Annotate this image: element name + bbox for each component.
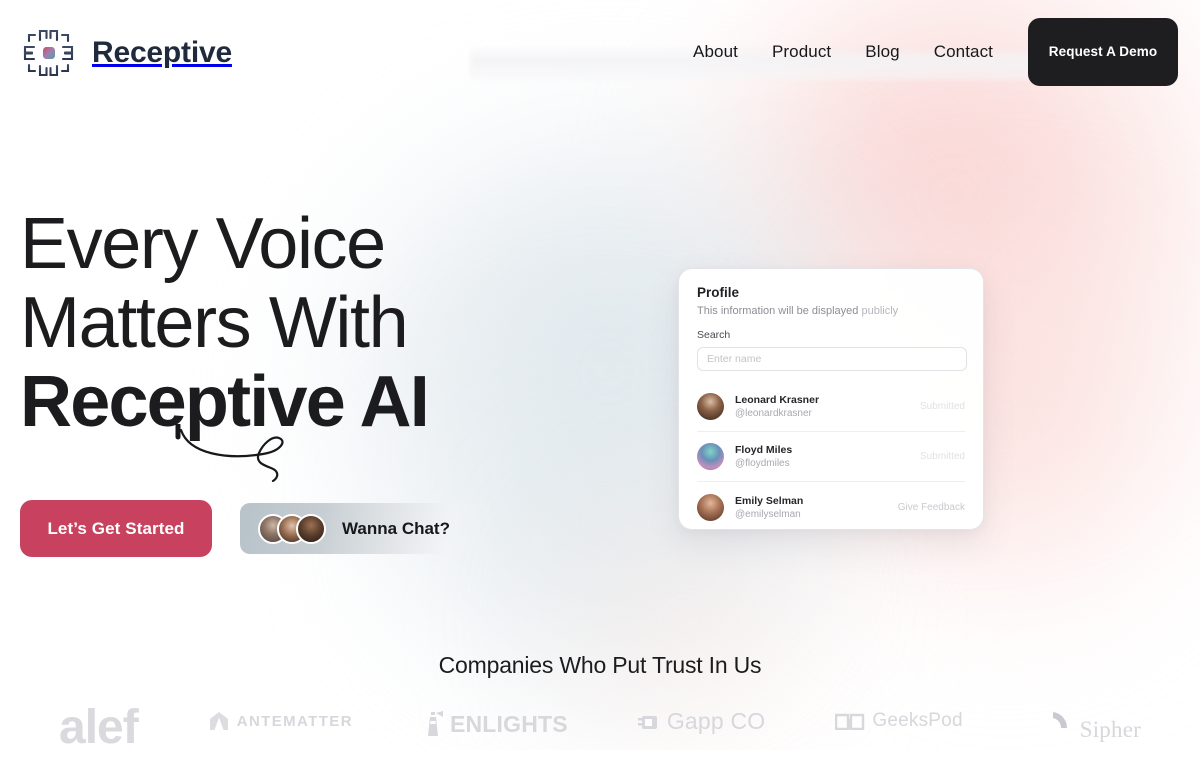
hero-heading: Every Voice Matters With Receptive AI: [20, 205, 640, 442]
person-handle: @leonardkrasner: [735, 408, 812, 419]
company-logo-gapp-co: Gapp CO: [637, 708, 766, 734]
gapp-square-icon: [637, 715, 657, 729]
circle-arc-icon: [1036, 712, 1067, 744]
company-logo-label: alef: [59, 701, 139, 754]
person-name: Floyd Miles: [735, 444, 793, 456]
companies-trust-section: Companies Who Put Trust In Us alef ANTEM…: [0, 652, 1200, 752]
company-logo-alef: alef: [59, 701, 139, 754]
row-action-label[interactable]: Submitted: [920, 451, 965, 462]
company-logo-geekspod: GeeksPod: [835, 709, 963, 731]
brand-name: Receptive: [92, 36, 232, 69]
hero-heading-line-1: Every Voice: [20, 204, 386, 284]
diamond-house-icon: [209, 712, 228, 730]
row-action-label[interactable]: Submitted: [920, 401, 965, 412]
profile-card-title: Profile: [697, 285, 740, 300]
profile-person-list: Leonard Krasner @leonardkrasner Submitte…: [697, 382, 965, 532]
company-logo-strip: alef ANTEMATTER ENLIGHTS Gapp CO GeeksPo…: [0, 701, 1200, 760]
list-item[interactable]: Emily Selman @emilyselman Give Feedback: [697, 482, 965, 532]
person-handle: @emilyselman: [735, 508, 801, 520]
company-logo-label: Gapp CO: [666, 708, 766, 734]
avatar: [296, 513, 326, 544]
list-item-info: Floyd Miles @floydmiles: [735, 444, 920, 469]
open-book-icon: [835, 713, 865, 730]
company-logo-label: ANTEMATTER: [236, 712, 353, 730]
chat-avatar-group: [258, 513, 326, 544]
avatar: [697, 493, 724, 521]
list-item[interactable]: Leonard Krasner @leonardkrasner Submitte…: [697, 382, 965, 432]
list-item-info: Emily Selman @emilyselman: [735, 495, 898, 520]
primary-navigation: About Product Blog Contact Request A Dem…: [676, 18, 1178, 86]
wanna-chat-label: Wanna Chat?: [342, 518, 450, 538]
nav-link-contact[interactable]: Contact: [917, 18, 1010, 86]
profile-card-subtitle: This information will be displayed publi…: [697, 305, 965, 317]
nav-link-about[interactable]: About: [676, 18, 755, 86]
request-demo-button[interactable]: Request A Demo: [1028, 18, 1178, 86]
profile-card: Profile This information will be display…: [678, 268, 984, 530]
avatar: [697, 443, 724, 470]
person-name: Leonard Krasner: [735, 394, 820, 406]
wanna-chat-pill[interactable]: Wanna Chat?: [240, 503, 490, 554]
profile-card-subtitle-main: This information will be displayed: [697, 305, 859, 317]
hero-cta-row: Let’s Get Started Wanna Chat?: [20, 500, 490, 557]
receptive-bracket-logo-icon: [23, 29, 74, 77]
company-logo-label: GeeksPod: [872, 709, 963, 731]
avatar: [697, 393, 724, 420]
company-logo-sipher: Sipher: [1033, 710, 1141, 748]
nav-link-product[interactable]: Product: [755, 18, 848, 86]
list-item[interactable]: Floyd Miles @floydmiles Submitted: [697, 432, 965, 482]
row-action-label[interactable]: Give Feedback: [898, 502, 965, 513]
person-name: Emily Selman: [735, 494, 804, 507]
hero-heading-line-2: Matters With: [20, 283, 409, 363]
company-logo-antematter: ANTEMATTER: [208, 710, 353, 732]
brand-logo-link[interactable]: Receptive: [18, 26, 232, 80]
person-handle: @floydmiles: [735, 458, 790, 469]
site-header: Receptive About Product Blog Contact Req…: [0, 0, 1200, 104]
search-input[interactable]: [697, 347, 967, 371]
list-item-info: Leonard Krasner @leonardkrasner: [735, 394, 920, 419]
profile-card-subtitle-muted: publicly: [861, 305, 899, 317]
get-started-button[interactable]: Let’s Get Started: [20, 500, 212, 557]
company-logo-label: Sipher: [1079, 716, 1141, 742]
trust-section-title: Companies Who Put Trust In Us: [438, 652, 762, 678]
lighthouse-icon: [427, 711, 443, 736]
search-field-label: Search: [697, 329, 731, 341]
company-logo-label: ENLIGHTS: [449, 710, 568, 737]
curved-arrow-squiggle-icon: [175, 424, 284, 483]
company-logo-enlights: ENLIGHTS: [423, 710, 568, 738]
nav-link-blog[interactable]: Blog: [848, 18, 916, 86]
